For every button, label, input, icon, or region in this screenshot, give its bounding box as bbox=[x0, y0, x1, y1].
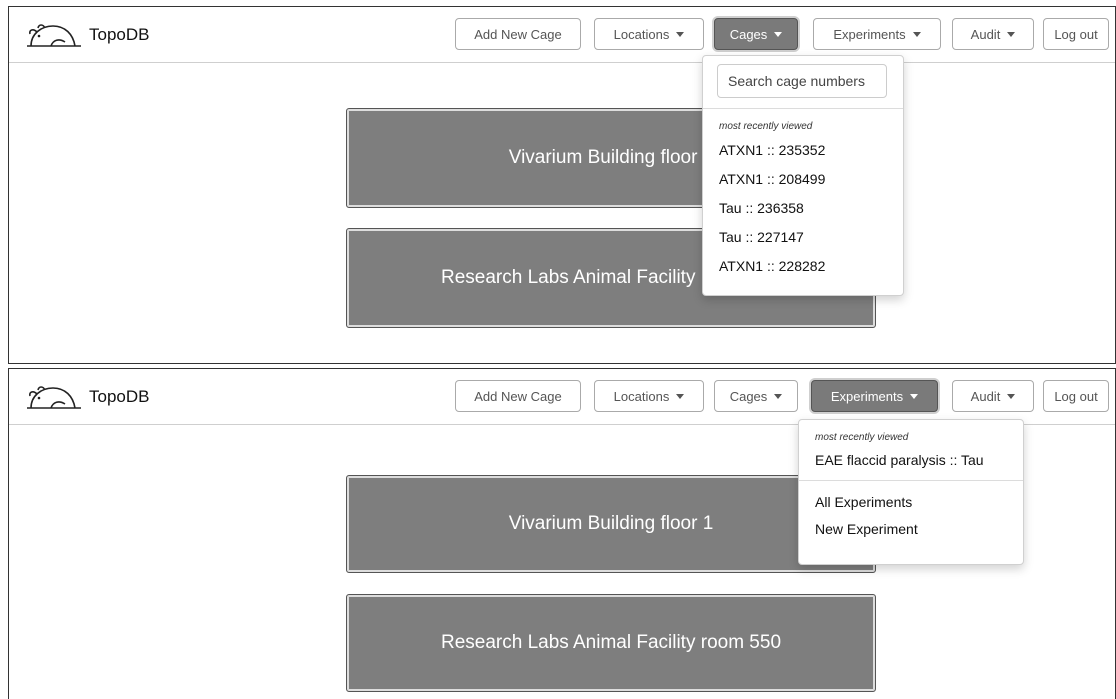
cages-dropdown-button[interactable]: Cages bbox=[714, 18, 798, 50]
audit-label: Audit bbox=[970, 26, 1001, 42]
log-out-label: Log out bbox=[1054, 388, 1098, 404]
locations-dropdown-button[interactable]: Locations bbox=[594, 18, 704, 50]
recent-experiment-item[interactable]: EAE flaccid paralysis :: Tau bbox=[799, 446, 1023, 475]
all-experiments-item[interactable]: All Experiments bbox=[799, 489, 1023, 516]
caret-down-icon bbox=[774, 393, 783, 399]
experiments-dropdown-button[interactable]: Experiments bbox=[813, 18, 941, 50]
caret-down-icon bbox=[912, 31, 921, 37]
caret-down-icon bbox=[774, 31, 783, 37]
location-button-vivarium[interactable]: Vivarium Building floor 1 bbox=[346, 475, 876, 573]
brand-name: TopoDB bbox=[89, 25, 150, 44]
location-label: Vivarium Building floor 1 bbox=[508, 513, 714, 534]
location-label: Vivarium Building floor 1 bbox=[508, 147, 714, 168]
caret-down-icon bbox=[1007, 31, 1016, 37]
log-out-button[interactable]: Log out bbox=[1043, 380, 1109, 412]
cages-label: Cages bbox=[729, 388, 768, 404]
add-new-cage-button[interactable]: Add New Cage bbox=[455, 18, 581, 50]
caret-down-icon bbox=[676, 393, 685, 399]
locations-label: Locations bbox=[613, 388, 670, 404]
dropdown-divider bbox=[799, 480, 1023, 481]
recent-header: most recently viewed bbox=[719, 121, 813, 132]
cage-search-input[interactable] bbox=[717, 64, 887, 98]
caret-down-icon bbox=[910, 393, 919, 399]
screenshot-panel-experiments-open: TopoDB Add New Cage Locations Cages Expe… bbox=[8, 368, 1116, 699]
locations-label: Locations bbox=[613, 26, 670, 42]
experiments-dropdown-menu: most recently viewed EAE flaccid paralys… bbox=[798, 419, 1024, 565]
brand[interactable]: TopoDB bbox=[25, 21, 149, 49]
navbar: TopoDB Add New Cage Locations Cages Expe… bbox=[9, 369, 1115, 425]
recent-cage-item[interactable]: ATXN1 :: 208499 bbox=[703, 165, 903, 194]
recent-cage-item[interactable]: Tau :: 236358 bbox=[703, 194, 903, 223]
caret-down-icon bbox=[676, 31, 685, 37]
dropdown-divider bbox=[703, 108, 903, 109]
recent-cage-item[interactable]: Tau :: 227147 bbox=[703, 223, 903, 252]
navbar: TopoDB Add New Cage Locations Cages Expe… bbox=[9, 7, 1115, 63]
brand[interactable]: TopoDB bbox=[25, 383, 149, 411]
add-new-cage-button[interactable]: Add New Cage bbox=[455, 380, 581, 412]
mouse-logo-icon bbox=[27, 24, 81, 47]
location-button-research-labs[interactable]: Research Labs Animal Facility room 550 bbox=[346, 594, 876, 692]
location-label: Research Labs Animal Facility room 550 bbox=[440, 632, 782, 653]
audit-label: Audit bbox=[970, 388, 1001, 404]
recent-cage-item[interactable]: ATXN1 :: 235352 bbox=[703, 136, 903, 165]
log-out-button[interactable]: Log out bbox=[1043, 18, 1109, 50]
recent-header: most recently viewed bbox=[815, 432, 909, 443]
experiments-dropdown-button[interactable]: Experiments bbox=[811, 380, 938, 412]
locations-dropdown-button[interactable]: Locations bbox=[594, 380, 704, 412]
cages-dropdown-menu: most recently viewed ATXN1 :: 235352 ATX… bbox=[702, 55, 904, 296]
audit-dropdown-button[interactable]: Audit bbox=[952, 18, 1034, 50]
cages-dropdown-button[interactable]: Cages bbox=[714, 380, 798, 412]
caret-down-icon bbox=[1007, 393, 1016, 399]
mouse-logo-icon bbox=[27, 386, 81, 409]
recent-cage-item[interactable]: ATXN1 :: 228282 bbox=[703, 252, 903, 281]
cages-label: Cages bbox=[729, 26, 768, 42]
audit-dropdown-button[interactable]: Audit bbox=[952, 380, 1034, 412]
brand-name: TopoDB bbox=[89, 387, 150, 406]
experiments-label: Experiments bbox=[833, 26, 906, 42]
screenshot-panel-cages-open: TopoDB Add New Cage Locations Cages Expe… bbox=[8, 6, 1116, 364]
log-out-label: Log out bbox=[1054, 26, 1098, 42]
experiments-label: Experiments bbox=[830, 388, 904, 404]
new-experiment-item[interactable]: New Experiment bbox=[799, 516, 1023, 543]
add-new-cage-label: Add New Cage bbox=[474, 26, 562, 42]
add-new-cage-label: Add New Cage bbox=[474, 388, 562, 404]
